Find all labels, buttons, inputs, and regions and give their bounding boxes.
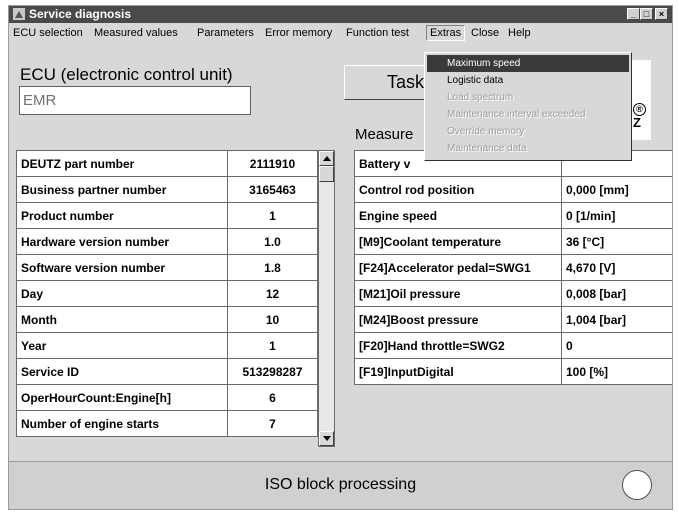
menu-item-maintenance-data[interactable]: Maintenance data [427,140,629,157]
maximize-button[interactable]: □ [640,8,653,20]
status-text: ISO block processing [264,476,417,493]
task-button[interactable]: Task [344,65,434,100]
scroll-down-arrow-icon[interactable] [319,431,334,446]
row-value: 1.0 [227,228,318,255]
menu-item-override-memory[interactable]: Override memory [427,123,629,140]
table-row[interactable]: Service ID 513298287 [16,358,318,385]
app-icon [13,8,25,20]
scroll-thumb[interactable] [319,166,334,182]
menu-bar: ECU selection Measured values Parameters… [9,24,672,42]
row-value: 1.8 [227,254,318,281]
row-name: Month [16,306,228,333]
table-row[interactable]: Business partner number 3165463 [16,176,318,203]
row-name: Service ID [16,358,228,385]
menu-parameters[interactable]: Parameters [197,26,254,40]
row-value: 1 [227,332,318,359]
row-name: Year [16,332,228,359]
row-name: [F20]Hand throttle=SWG2 [354,332,562,359]
row-name: Hardware version number [16,228,228,255]
table-row[interactable]: [M9]Coolant temperature 36 [°C] [354,228,672,255]
table-row[interactable]: [F20]Hand throttle=SWG2 0 [354,332,672,359]
row-value: 4,670 [V] [561,254,672,281]
status-indicator-circle-icon [622,470,652,500]
row-value: 3165463 [227,176,318,203]
menu-help[interactable]: Help [508,26,531,40]
menu-close[interactable]: Close [471,26,499,40]
table-row[interactable]: Product number 1 [16,202,318,229]
ecu-table-scrollbar[interactable] [318,150,335,447]
table-row[interactable]: DEUTZ part number 2111910 [16,150,318,177]
menu-extras[interactable]: Extras [430,26,461,40]
table-row[interactable]: Number of engine starts 7 [16,410,318,437]
row-value: 0 [561,332,672,359]
row-name: [F19]InputDigital [354,358,562,385]
table-row[interactable]: Engine speed 0 [1/min] [354,202,672,229]
table-row[interactable]: OperHourCount:Engine[h] 6 [16,384,318,411]
row-name: OperHourCount:Engine[h] [16,384,228,411]
measured-values-table: Battery v Control rod position 0,000 [mm]… [354,150,672,385]
logo-letter: Z [633,115,641,130]
row-name: DEUTZ part number [16,150,228,177]
menu-function-test[interactable]: Function test [346,26,409,40]
table-row[interactable]: Control rod position 0,000 [mm] [354,176,672,203]
row-value: 12 [227,280,318,307]
row-value: 100 [%] [561,358,672,385]
row-value: 513298287 [227,358,318,385]
row-name: Business partner number [16,176,228,203]
row-name: [M24]Boost pressure [354,306,562,333]
status-bar: ISO block processing [9,461,672,509]
table-row[interactable]: Month 10 [16,306,318,333]
extras-dropdown-menu: Maximum speed Logistic data Load spectru… [424,52,632,161]
row-value: 2111910 [227,150,318,177]
table-row[interactable]: [F24]Accelerator pedal=SWG1 4,670 [V] [354,254,672,281]
menu-item-maintenance-interval-exceeded[interactable]: Maintenance interval exceeded [427,106,629,123]
service-diagnosis-window: Service diagnosis _ □ × ECU selection Me… [8,5,673,510]
row-name: Product number [16,202,228,229]
ecu-label: ECU (electronic control unit) [20,65,233,84]
ecu-info-table: DEUTZ part number 2111910 Business partne… [16,150,318,437]
row-value: 0 [1/min] [561,202,672,229]
table-row[interactable]: Year 1 [16,332,318,359]
window-title: Service diagnosis [29,7,132,21]
row-value: 10 [227,306,318,333]
menu-error-memory[interactable]: Error memory [265,26,332,40]
row-value: 0,000 [mm] [561,176,672,203]
row-name: [M21]Oil pressure [354,280,562,307]
row-name: Control rod position [354,176,562,203]
menu-item-logistic-data[interactable]: Logistic data [427,72,629,89]
row-name: Number of engine starts [16,410,228,437]
menu-item-maximum-speed[interactable]: Maximum speed [427,55,629,72]
table-row[interactable]: Day 12 [16,280,318,307]
table-row[interactable]: [M24]Boost pressure 1,004 [bar] [354,306,672,333]
close-window-button[interactable]: × [655,8,668,20]
table-row[interactable]: [F19]InputDigital 100 [%] [354,358,672,385]
measured-values-label: Measure [355,126,414,143]
row-name: [F24]Accelerator pedal=SWG1 [354,254,562,281]
title-bar[interactable]: Service diagnosis _ □ × [9,6,672,23]
row-name: Engine speed [354,202,562,229]
menu-ecu-selection[interactable]: ECU selection [13,26,83,40]
row-name: [M9]Coolant temperature [354,228,562,255]
row-value: 0,008 [bar] [561,280,672,307]
row-value: 36 [°C] [561,228,672,255]
row-name: Day [16,280,228,307]
menu-measured-values[interactable]: Measured values [94,26,178,40]
table-row[interactable]: Software version number 1.8 [16,254,318,281]
ecu-field[interactable]: EMR [19,86,251,115]
table-row[interactable]: Hardware version number 1.0 [16,228,318,255]
minimize-button[interactable]: _ [627,8,640,20]
table-row[interactable]: [M21]Oil pressure 0,008 [bar] [354,280,672,307]
scroll-up-arrow-icon[interactable] [319,151,334,166]
row-value: 7 [227,410,318,437]
row-value: 1,004 [bar] [561,306,672,333]
row-value: 1 [227,202,318,229]
row-value: 6 [227,384,318,411]
row-name: Software version number [16,254,228,281]
menu-item-load-spectrum[interactable]: Load spectrum [427,89,629,106]
